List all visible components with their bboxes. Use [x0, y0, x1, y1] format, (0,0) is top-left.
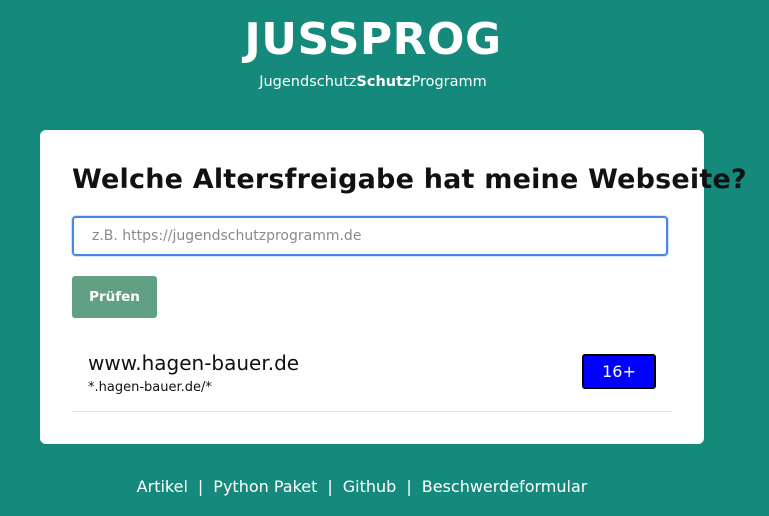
site-subtitle: JugendschutzSchutzProgramm: [0, 72, 746, 92]
age-rating-badge: 16+: [582, 354, 656, 389]
subtitle-part-1: Jugendschutz: [259, 74, 357, 90]
footer-nav: Artikel | Python Paket | Github | Beschwerdefo…: [0, 477, 724, 496]
subtitle-part-2: Schutz: [356, 74, 412, 90]
page-heading: Welche Altersfreigabe hat meine Webseite…: [72, 164, 747, 195]
check-button[interactable]: Prüfen: [72, 276, 157, 318]
site-header: JUSSPROG JugendschutzSchutzProgramm: [0, 14, 746, 92]
footer-link-beschwerdeformular[interactable]: Beschwerdeformular: [422, 477, 588, 496]
footer-link-artikel[interactable]: Artikel: [137, 477, 188, 496]
footer-separator: |: [327, 477, 333, 496]
subtitle-part-3: Programm: [411, 74, 487, 90]
result-domain: www.hagen-bauer.de: [88, 351, 300, 375]
footer-link-github[interactable]: Github: [343, 477, 397, 496]
check-card: Welche Altersfreigabe hat meine Webseite…: [40, 130, 747, 444]
result-pattern: *.hagen-bauer.de/*: [88, 380, 212, 395]
url-input[interactable]: [72, 216, 668, 256]
footer-separator: |: [197, 477, 204, 496]
result-row: www.hagen-bauer.de *.hagen-bauer.de/* 16…: [72, 342, 672, 412]
site-title: JUSSPROG: [244, 14, 502, 65]
footer-separator: |: [406, 477, 412, 496]
footer-link-python-paket[interactable]: Python Paket: [213, 477, 317, 496]
